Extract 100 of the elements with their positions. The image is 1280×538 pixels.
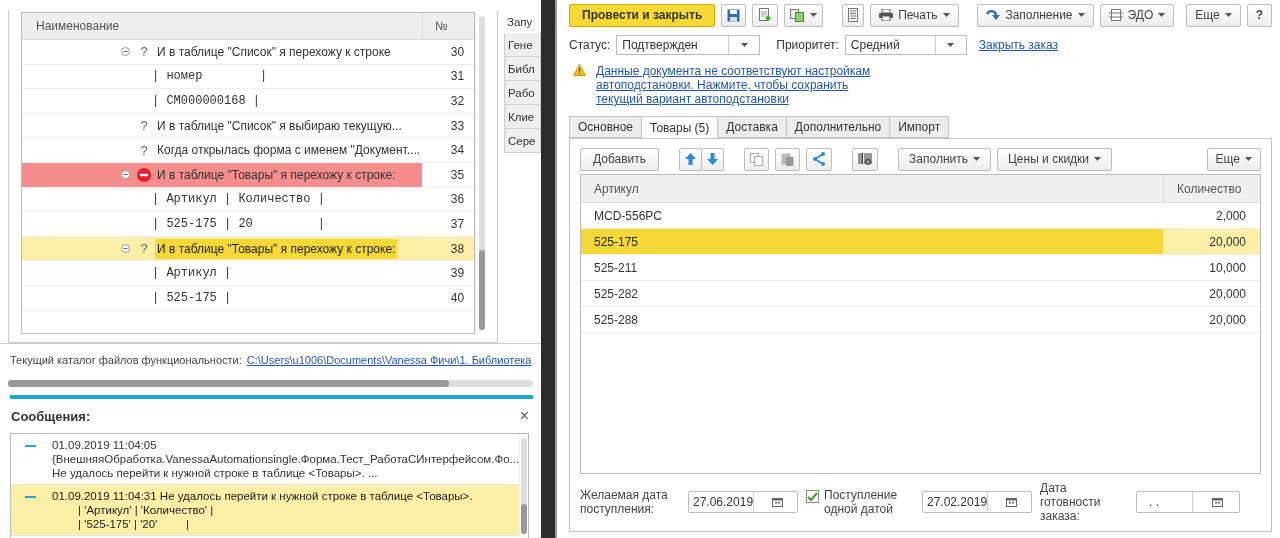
report-button[interactable]: [842, 3, 865, 27]
quantity-cell-text: 20,000: [1208, 311, 1247, 329]
print-button[interactable]: Печать: [870, 3, 959, 27]
tab[interactable]: Импорт: [889, 116, 950, 138]
checkbox[interactable]: [806, 490, 819, 503]
priority-label: Приоритет:: [776, 38, 839, 52]
step-cell[interactable]: ? Когда открылась форма с именем "Документ....: [22, 138, 423, 162]
document-icon: [758, 8, 773, 22]
step-cell[interactable]: ? И в таблице "Список" я перехожу к строке: [22, 40, 423, 64]
date-field[interactable]: 27.02.2019: [922, 491, 1032, 513]
table-line: | 525-175 |: [152, 290, 232, 305]
date-field[interactable]: 27.06.2019: [688, 491, 798, 513]
article-cell-text: 525-288: [593, 311, 640, 329]
caret-icon: [947, 43, 955, 47]
question-mark: ?: [139, 142, 149, 158]
move-down-button[interactable]: [702, 147, 725, 171]
table-line: | 525-175 | 20 |: [152, 216, 325, 231]
question-mark: ?: [139, 44, 149, 60]
priority-select[interactable]: Средний: [844, 35, 967, 55]
table-row[interactable]: 525-282 20,000: [581, 281, 1260, 307]
question-mark: ?: [139, 118, 149, 134]
paste-button[interactable]: [775, 147, 801, 171]
side-tab[interactable]: Клие: [504, 105, 541, 129]
more-button[interactable]: Еще: [1186, 3, 1241, 27]
line-number: 38: [449, 240, 466, 258]
arrow-down-icon: [707, 153, 719, 165]
side-tab[interactable]: Библ: [504, 57, 541, 81]
printer-icon: [879, 9, 894, 21]
collapse-icon[interactable]: [120, 170, 130, 180]
help-button[interactable]: ?: [1246, 3, 1272, 27]
more-button[interactable]: Еще: [1206, 147, 1261, 171]
table-row[interactable]: 525-288 20,000: [581, 307, 1260, 333]
share-button[interactable]: [806, 147, 833, 171]
prices-button[interactable]: Цены и скидки: [996, 147, 1113, 171]
step-text: И в таблице "Товары" я перехожу к строке:: [155, 238, 398, 259]
warning-link[interactable]: Данные документа не соответствуют настройкам автоподстановки. Нажмите, чтобы сохранить текущий вариант автоподстановки: [596, 64, 886, 106]
collapse-icon[interactable]: [120, 244, 130, 254]
document-exchange-icon: [1108, 9, 1123, 21]
date-field[interactable]: . .: [1136, 491, 1240, 513]
tab[interactable]: Основное: [569, 116, 641, 138]
line-number: 39: [449, 265, 466, 283]
close-order-link[interactable]: Закрыть заказ: [978, 38, 1059, 52]
side-tab[interactable]: Гене: [504, 33, 541, 57]
column-header[interactable]: Количество: [1163, 175, 1260, 202]
collapse-icon[interactable]: [120, 47, 130, 57]
caret-icon: [810, 13, 818, 17]
line-number: 36: [449, 191, 466, 209]
table-line: | Артикул | Количество |: [152, 192, 325, 207]
article-cell-text: MCD-556PC: [593, 207, 663, 225]
column-header[interactable]: Артикул: [581, 175, 1163, 202]
edo-button[interactable]: ЭДО: [1099, 3, 1175, 27]
close-button[interactable]: ×: [519, 407, 529, 425]
tab[interactable]: Дополнительно: [785, 116, 890, 138]
message-line: | 'Артикул' | 'Количество' |: [77, 503, 215, 517]
barcode-button[interactable]: [852, 147, 879, 171]
add-button[interactable]: Добавить: [580, 147, 660, 171]
vertical-scrollbar[interactable]: [519, 434, 528, 538]
documents-icon: [790, 8, 806, 22]
table-line: | Артикул |: [152, 266, 232, 281]
calendar-icon: [1006, 497, 1018, 507]
table-row[interactable]: 525-175 20,000: [581, 229, 1260, 255]
table-row[interactable]: 525-211 10,000: [581, 255, 1260, 281]
messages-title: Сообщения:: [11, 408, 91, 424]
caret-icon: [1224, 13, 1232, 17]
horizontal-scrollbar[interactable]: [8, 378, 533, 388]
step-cell[interactable]: И в таблице "Товары" я перехожу к строке:: [22, 162, 423, 187]
error-icon: [137, 167, 151, 182]
save-button[interactable]: [721, 3, 747, 27]
step-cell[interactable]: ? И в таблице "Товары" я перехожу к строке:: [22, 236, 423, 261]
caret-icon: [1245, 157, 1252, 161]
document-button[interactable]: [752, 3, 779, 27]
status-select[interactable]: Подтвержден: [616, 35, 761, 55]
tab[interactable]: Доставка: [717, 116, 786, 138]
paste-icon: [781, 152, 795, 166]
fill-button[interactable]: Заполнение: [977, 3, 1094, 27]
quantity-cell-text: 20,000: [1208, 285, 1247, 303]
post-and-close-button[interactable]: Провести и закрыть: [569, 3, 716, 27]
message-item[interactable]: 01.09.2019 11:04:31 Не удалось перейти к нужной строке в таблице <Товары>. | 'Артикул' | 'Количество' | | '525-175' | '20' |: [11, 485, 520, 536]
line-number: 31: [449, 68, 466, 86]
caret-icon: [1094, 157, 1102, 161]
side-tab[interactable]: Рабо: [504, 81, 541, 105]
fill-menu-button[interactable]: Заполнить: [898, 147, 991, 171]
copy-button[interactable]: [744, 147, 770, 171]
vertical-scrollbar[interactable]: [475, 12, 487, 334]
status-label: Статус:: [569, 38, 611, 52]
move-up-button[interactable]: [679, 147, 703, 171]
create-based-button[interactable]: [784, 3, 824, 27]
line-number: 37: [449, 215, 466, 233]
column-header[interactable]: Наименование: [22, 13, 423, 39]
caret-icon: [942, 13, 950, 17]
path-link[interactable]: C:\Users\u1006\Documents\Vanessa Фичи\1. Библиотека: [246, 354, 532, 366]
line-number: 35: [449, 166, 466, 184]
arrow-up-icon: [685, 153, 697, 165]
article-cell-text: 525-282: [593, 285, 640, 303]
calendar-icon: [772, 497, 784, 507]
side-tab[interactable]: Сере: [504, 129, 541, 153]
message-line: 01.09.2019 11:04:31 Не удалось перейти к нужной строке в таблице <Товары>.: [52, 489, 473, 503]
column-header[interactable]: №: [422, 13, 475, 39]
calendar-icon: [1212, 497, 1224, 507]
step-cell[interactable]: ? И в таблице "Список" я выбираю текущую...: [22, 113, 423, 138]
